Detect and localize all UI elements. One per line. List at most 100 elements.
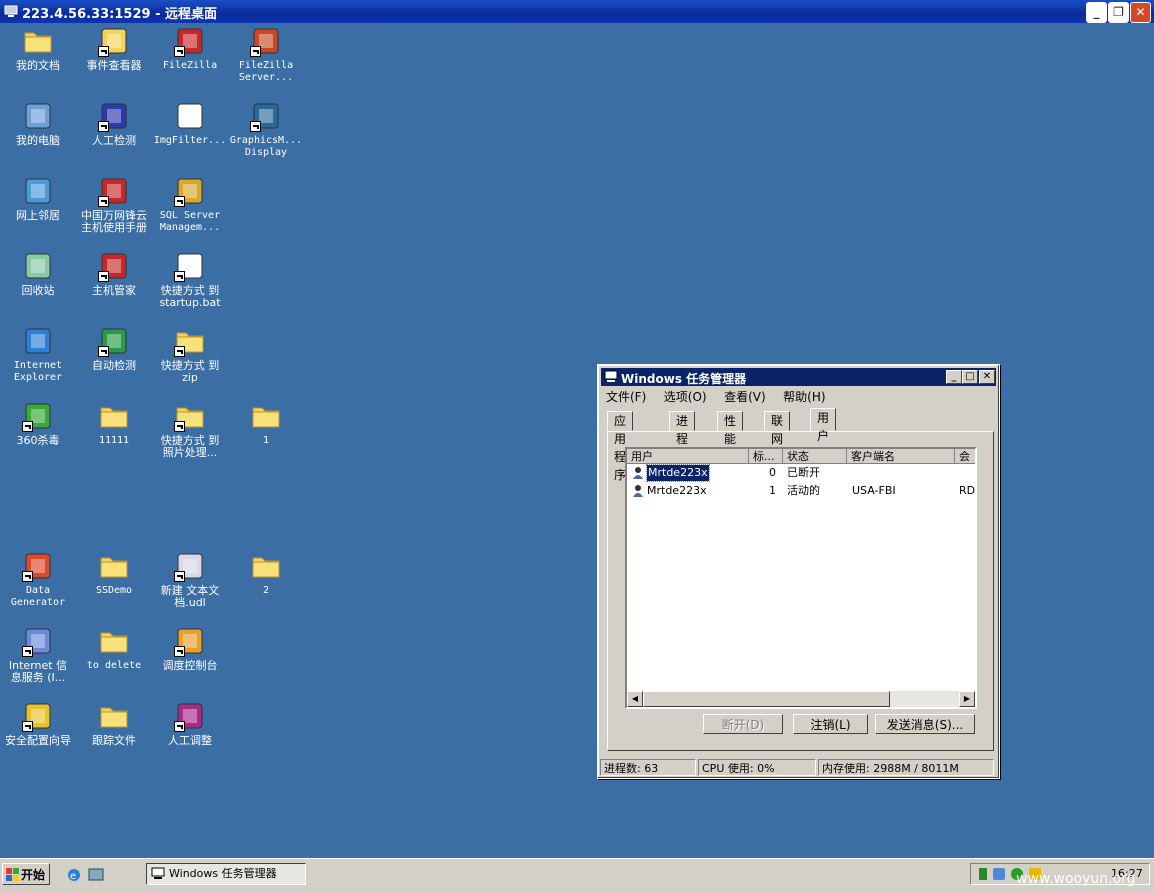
desktop-icon[interactable]: 2 (228, 550, 304, 597)
col-user[interactable]: 用户 (627, 449, 749, 464)
minimize-button[interactable]: _ (1086, 2, 1107, 23)
folder-icon (174, 400, 206, 432)
shortcut-arrow-icon (174, 346, 185, 357)
scroll-right-button[interactable]: ▶ (959, 691, 975, 707)
tm-close-button[interactable]: ✕ (979, 370, 995, 384)
menu-file[interactable]: 文件(F) (606, 390, 646, 404)
desktop-icon[interactable]: 1 (228, 400, 304, 447)
desktop-icon[interactable]: 回收站 (0, 250, 76, 297)
logoff-button[interactable]: 注销(L) (793, 714, 868, 734)
menu-help[interactable]: 帮助(H) (783, 390, 825, 404)
desktop-icon-label: 1 (262, 435, 270, 446)
send-message-button[interactable]: 发送消息(S)... (875, 714, 975, 734)
desktop-icon[interactable]: 人工检测 (76, 100, 152, 147)
scroll-left-button[interactable]: ◀ (627, 691, 643, 707)
row-id: 0 (769, 466, 776, 479)
desktop-icon[interactable]: 事件查看器 (76, 25, 152, 72)
desktop-icon-label: 360杀毒 (16, 434, 60, 447)
desktop-icon[interactable]: 人工调整 (152, 700, 228, 747)
desktop-icon[interactable]: 网上邻居 (0, 175, 76, 222)
col-session[interactable]: 会 (955, 449, 975, 464)
desktop-icon[interactable]: ImgFilter... (152, 100, 228, 147)
col-id[interactable]: 标... (749, 449, 783, 464)
table-row[interactable]: Mrtde223x 0 已断开 (627, 464, 975, 482)
table-row[interactable]: Mrtde223x 1 活动的 USA-FBI RDI (627, 483, 975, 499)
desktop-icon[interactable]: 主机管家 (76, 250, 152, 297)
desktop-icon[interactable]: GraphicsM... Display (228, 100, 304, 159)
desktop-icon[interactable]: SQL Server Managem... (152, 175, 228, 234)
desktop-icon[interactable]: 中国万网锋云 主机使用手册 (76, 175, 152, 234)
tray-network-icon[interactable] (993, 868, 1005, 880)
status-memory: 内存使用: 2988M / 8011M (818, 759, 994, 776)
desktop-icon[interactable]: to delete (76, 625, 152, 672)
tm-maximize-button[interactable]: □ (962, 370, 978, 384)
doc-icon (174, 100, 206, 132)
col-status[interactable]: 状态 (783, 449, 847, 464)
close-button[interactable]: ✕ (1130, 2, 1151, 23)
task-manager-title-bar[interactable]: Windows 任务管理器 _ □ ✕ (601, 368, 996, 386)
desktop-icon[interactable]: Internet 信 息服务 (I... (0, 625, 76, 684)
desktop-icon[interactable]: SSDemo (76, 550, 152, 597)
desktop-icon[interactable]: 调度控制台 (152, 625, 228, 672)
menu-options[interactable]: 选项(O) (664, 390, 707, 404)
desktop-icon-label: 回收站 (21, 284, 55, 297)
desktop-icon-label: 快捷方式 到 照片处理... (160, 434, 220, 459)
desktop-icon[interactable]: 快捷方式 到 zip (152, 325, 228, 384)
desktop-icon-label: SSDemo (95, 585, 133, 596)
tm-minimize-button[interactable]: _ (946, 370, 962, 384)
show-desktop-icon[interactable] (88, 867, 104, 883)
cloud-manual-icon (98, 175, 130, 207)
tab-applications[interactable]: 应用程序 (607, 411, 634, 482)
horizontal-scrollbar[interactable]: ◀ ▶ (627, 691, 975, 707)
scroll-thumb[interactable] (643, 691, 890, 707)
user-icon (633, 467, 643, 479)
desktop-icon[interactable]: 我的文档 (0, 25, 76, 72)
tab-processes[interactable]: 进程 (669, 411, 696, 446)
desktop-icon[interactable]: 快捷方式 到 startup.bat (152, 250, 228, 309)
col-client[interactable]: 客户端名 (847, 449, 955, 464)
users-list[interactable]: 用户 标... 状态 客户端名 会 Mrtde223x 0 已断开 Mrtde2… (625, 447, 977, 709)
desktop-icon[interactable]: 360杀毒 (0, 400, 76, 447)
desktop-icon-label: 人工检测 (92, 134, 136, 147)
task-manager-window: Windows 任务管理器 _ □ ✕ 文件(F) 选项(O) 查看(V) 帮助… (597, 364, 1000, 779)
desktop-icon[interactable]: 新建 文本文 档.udl (152, 550, 228, 609)
host-manager-icon (98, 250, 130, 282)
tab-users[interactable]: 用户 (810, 408, 837, 443)
start-button[interactable]: 开始 (2, 863, 50, 885)
svg-text:e: e (70, 871, 76, 882)
desktop-icon[interactable]: 快捷方式 到 照片处理... (152, 400, 228, 459)
desktop-icon[interactable]: 自动检测 (76, 325, 152, 372)
desktop-icon-label: Internet Explorer (13, 360, 63, 383)
desktop-icon[interactable]: 跟踪文件 (76, 700, 152, 747)
desktop-icon[interactable]: Data Generator (0, 550, 76, 609)
desktop-icon[interactable]: FileZilla (152, 25, 228, 72)
desktop-icon[interactable]: FileZilla Server... (228, 25, 304, 84)
tab-networking[interactable]: 联网 (764, 411, 791, 446)
remote-desktop-icon (4, 5, 18, 17)
tray-app-icon[interactable] (979, 868, 987, 880)
row-client: USA-FBI (852, 484, 896, 497)
shortcut-arrow-icon (174, 571, 185, 582)
shortcut-arrow-icon (22, 421, 33, 432)
user-icon (633, 485, 643, 497)
tab-performance[interactable]: 性能 (717, 411, 744, 446)
desktop-icon-label: 快捷方式 到 zip (160, 359, 220, 384)
windows-logo-icon (6, 868, 19, 881)
desktop-icon-label: 11111 (98, 435, 130, 446)
desktop-icon-label: 事件查看器 (86, 59, 142, 72)
desktop-icon[interactable]: Internet Explorer (0, 325, 76, 384)
status-cpu: CPU 使用: 0% (698, 759, 816, 776)
restore-button[interactable]: ❐ (1108, 2, 1129, 23)
graphics-icon (250, 100, 282, 132)
desktop-icon[interactable]: 安全配置向导 (0, 700, 76, 747)
taskbar-task-manager[interactable]: Windows 任务管理器 (146, 863, 306, 885)
ie-quicklaunch-icon[interactable]: e (66, 867, 82, 883)
shortcut-arrow-icon (22, 721, 33, 732)
shortcut-arrow-icon (98, 196, 109, 207)
row-user: Mrtde223x (646, 464, 710, 482)
menu-view[interactable]: 查看(V) (724, 390, 766, 404)
desktop-icon-label: 安全配置向导 (5, 734, 71, 747)
desktop-icon[interactable]: 11111 (76, 400, 152, 447)
disconnect-button[interactable]: 断开(D) (703, 714, 783, 734)
desktop-icon[interactable]: 我的电脑 (0, 100, 76, 147)
